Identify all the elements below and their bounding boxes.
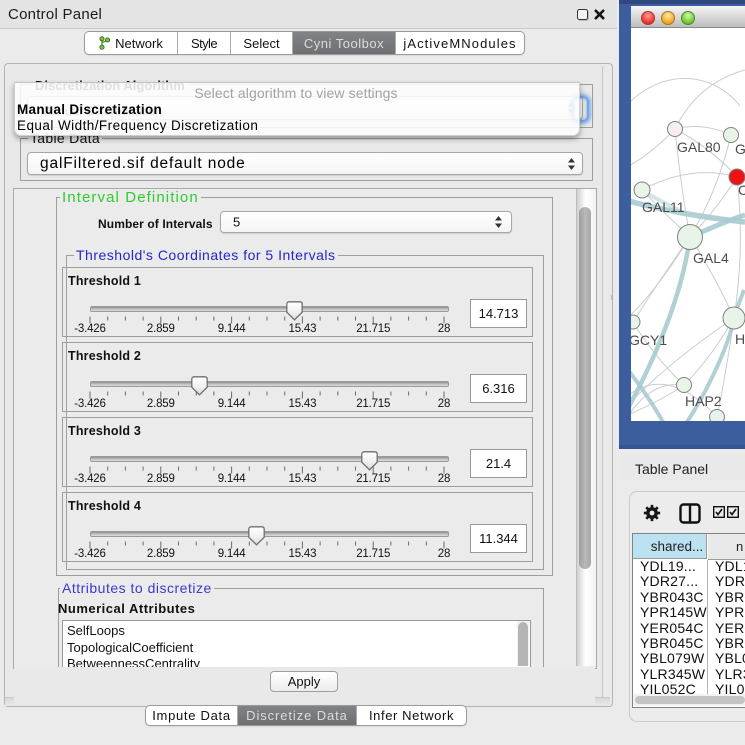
svg-text:H: H [735, 331, 745, 347]
svg-text:GAL80: GAL80 [677, 139, 721, 155]
svg-text:G: G [735, 141, 745, 157]
svg-text:HAP2: HAP2 [685, 393, 722, 409]
svg-text:GAL11: GAL11 [642, 199, 685, 215]
svg-text:GAL4: GAL4 [693, 250, 729, 266]
svg-text:GCY1: GCY1 [631, 332, 667, 348]
svg-text:C: C [738, 182, 745, 198]
